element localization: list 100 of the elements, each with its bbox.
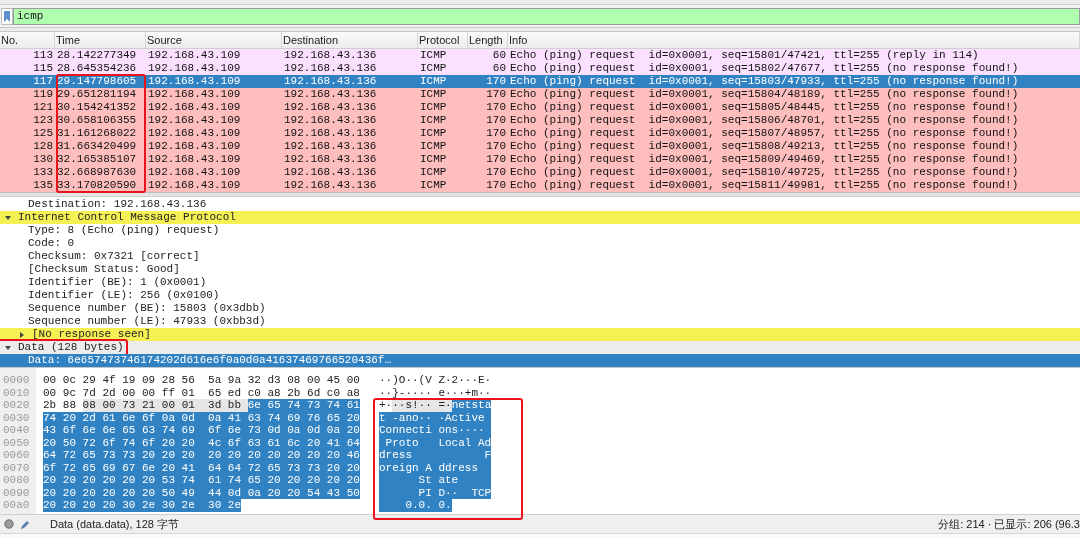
packet-cell-text: Echo (ping) request id=0x0001, seq=15805/48445, ttl=255 (no response found!) — [509, 101, 1020, 114]
packet-cell-text: 192.168.43.136 — [283, 88, 378, 101]
offset-label: 0090 — [2, 486, 30, 499]
filter-field[interactable]: icmp — [13, 7, 1080, 25]
tree-row[interactable]: Data: 6e657473746174202d616e6f0a0d0a41637469766520436f… — [0, 354, 1080, 367]
tree-item-label[interactable]: Code: 0 — [28, 237, 75, 250]
packet-row[interactable]: 119 29.651281194 192.168.43.109 192.168.43.136 ICMP 170 Echo (ping) request id=0x0001, seq=15804/48189, ttl=255 (no response found!) — [0, 88, 1080, 101]
status-circle-icon[interactable] — [4, 519, 14, 529]
packet-row[interactable]: 117 29.147798605 192.168.43.109 192.168.43.136 ICMP 170 Echo (ping) request id=0x0001, seq=15803/47933, ttl=255 (no response found!) — [0, 75, 1080, 88]
tree-row[interactable]: Internet Control Message Protocol — [0, 211, 1080, 224]
tree-item-label[interactable]: Data (128 bytes) — [18, 341, 124, 354]
tree-item-label[interactable]: Internet Control Message Protocol — [18, 211, 236, 224]
packet-row[interactable]: 121 30.154241352 192.168.43.109 192.168.43.136 ICMP 170 Echo (ping) request id=0x0001, seq=15805/48445, ttl=255 (no response found!) — [0, 101, 1080, 114]
packet-cell-text: 119 — [32, 88, 54, 101]
offset-label: 0000 — [2, 374, 30, 386]
ascii-text: Connecti ons···· — [379, 424, 492, 437]
column-header[interactable]: Length — [468, 32, 508, 48]
packet-cell-text: 121 — [32, 101, 54, 114]
packet-cell-text: 192.168.43.136 — [283, 140, 378, 153]
packet-row[interactable]: 128 31.663420499 192.168.43.109 192.168.43.136 ICMP 170 Echo (ping) request id=0x0001, seq=15808/49213, ttl=255 (no response found!) — [0, 140, 1080, 153]
packet-row[interactable]: 115 28.645354236 192.168.43.109 192.168.43.136 ICMP 60 Echo (ping) request id=0x0001, seq=15802/47677, ttl=255 (no response found!) — [0, 62, 1080, 75]
packet-cell-text: 170 — [485, 179, 507, 192]
packet-cell-text: ICMP — [419, 127, 448, 140]
column-header[interactable]: Destination — [282, 32, 418, 48]
tree-item-label[interactable]: Sequence number (LE): 47933 (0xbb3d) — [28, 315, 266, 328]
packet-cell-text: ICMP — [419, 75, 448, 88]
column-header[interactable]: No. — [0, 32, 55, 48]
field-info-text: Data (data.data), 128 字节 — [50, 516, 179, 532]
packet-cell-text: 28.645354236 — [56, 62, 138, 75]
packet-cell-text: 192.168.43.136 — [283, 75, 378, 88]
packet-cell-text: 192.168.43.136 — [283, 166, 378, 179]
packet-cell-text: 170 — [485, 88, 507, 101]
tree-item-label[interactable]: [No response seen] — [32, 328, 151, 341]
packet-row[interactable]: 123 30.658106355 192.168.43.109 192.168.43.136 ICMP 170 Echo (ping) request id=0x0001, seq=15806/48701, ttl=255 (no response found!) — [0, 114, 1080, 127]
packet-row[interactable]: 130 32.165385107 192.168.43.109 192.168.43.136 ICMP 170 Echo (ping) request id=0x0001, seq=15809/49469, ttl=255 (no response found!) — [0, 153, 1080, 166]
packet-row[interactable]: 133 32.668987630 192.168.43.109 192.168.43.136 ICMP 170 Echo (ping) request id=0x0001, seq=15810/49725, ttl=255 (no response found!) — [0, 166, 1080, 179]
tree-item-label[interactable]: Checksum: 0x7321 [correct] — [28, 250, 200, 263]
ascii-text: dress F — [379, 449, 492, 462]
packet-cell-text: 117 — [32, 75, 54, 88]
packet-cell-text: 31.161268022 — [56, 127, 138, 140]
expanded-arrow-icon[interactable] — [4, 213, 12, 222]
hex-bytes: 20 20 20 20 20 20 53 74 61 74 65 20 20 20 20 20 — [43, 474, 360, 487]
packet-cell-text: Echo (ping) request id=0x0001, seq=15801/47421, ttl=255 (reply in 114) — [509, 49, 980, 62]
packet-cell-text: 192.168.43.136 — [283, 153, 378, 166]
packet-cell-text: Echo (ping) request id=0x0001, seq=15810/49725, ttl=255 (no response found!) — [509, 166, 1020, 179]
expanded-arrow-icon[interactable] — [4, 343, 12, 352]
packet-cell-text: 125 — [32, 127, 54, 140]
packet-cell-text: 60 — [491, 62, 507, 75]
packet-cell-text: Echo (ping) request id=0x0001, seq=15804/48189, ttl=255 (no response found!) — [509, 88, 1020, 101]
tree-item-label[interactable]: Destination: 192.168.43.136 — [28, 198, 207, 211]
packet-row[interactable]: 113 28.142277349 192.168.43.109 192.168.43.136 ICMP 60 Echo (ping) request id=0x0001, seq=15801/47421, ttl=255 (reply in 114) — [0, 49, 1080, 62]
packet-cell-text: Echo (ping) request id=0x0001, seq=15807/48957, ttl=255 (no response found!) — [509, 127, 1020, 140]
packet-cell-text: 192.168.43.109 — [147, 127, 242, 140]
tree-item-label[interactable]: Data: 6e657473746174202d616e6f0a0d0a41637469766520436f… — [28, 354, 392, 367]
packet-row[interactable]: 125 31.161268022 192.168.43.109 192.168.43.136 ICMP 170 Echo (ping) request id=0x0001, seq=15807/48957, ttl=255 (no response found!) — [0, 127, 1080, 140]
ascii-text: +· — [379, 399, 393, 412]
bookmark-button[interactable] — [1, 7, 13, 25]
column-header[interactable]: Info — [508, 32, 1080, 48]
packet-cell-text: 123 — [32, 114, 54, 127]
packet-cell-text: 170 — [485, 75, 507, 88]
column-header[interactable]: Time — [55, 32, 146, 48]
packet-cell-text: Echo (ping) request id=0x0001, seq=15803/47933, ttl=255 (no response found!) — [509, 75, 1020, 88]
offset-label: 0030 — [2, 411, 30, 424]
hex-bytes: 00 0c 29 4f 19 09 28 56 5a 9a 32 d3 08 00 45 00 — [43, 374, 360, 387]
packet-cell-text: 192.168.43.109 — [147, 49, 242, 62]
pencil-icon[interactable] — [20, 518, 30, 530]
packet-cell-text: ICMP — [419, 88, 448, 101]
tree-item-label[interactable]: Identifier (LE): 256 (0x0100) — [28, 289, 220, 302]
packet-cell-text: Echo (ping) request id=0x0001, seq=15808/49213, ttl=255 (no response found!) — [509, 140, 1020, 153]
tree-row[interactable]: Data (128 bytes) — [0, 341, 1080, 354]
packet-cell-text: 192.168.43.109 — [147, 88, 242, 101]
packet-row[interactable]: 135 33.170820590 192.168.43.109 192.168.43.136 ICMP 170 Echo (ping) request id=0x0001, seq=15811/49981, ttl=255 (no response found!) — [0, 179, 1080, 192]
column-header[interactable]: Source — [146, 32, 282, 48]
packet-cell-text: 130 — [32, 153, 54, 166]
collapsed-arrow-icon[interactable] — [18, 330, 26, 339]
hex-bytes: 08 00 73 21 00 01 3d bb — [82, 399, 248, 412]
tree-item-label[interactable]: [Checksum Status: Good] — [28, 263, 180, 276]
hex-bytes: 43 6f 6e 6e 65 63 74 69 6f 6e 73 0d 0a 0d 0a 20 — [43, 424, 360, 437]
column-header[interactable]: Protocol — [418, 32, 468, 48]
packet-cell-text: 192.168.43.109 — [147, 101, 242, 114]
offset-label: 0080 — [2, 474, 30, 486]
offset-label: 0050 — [2, 436, 30, 449]
packet-cell-text: 135 — [32, 179, 54, 192]
ascii-text: 0.0. 0. — [379, 499, 452, 512]
packet-cell-text: 128 — [32, 140, 54, 153]
ascii-text: ··}-···· e···+m·· — [379, 386, 492, 399]
packet-cell-text: 60 — [491, 49, 507, 62]
tree-row[interactable]: [No response seen] — [0, 328, 1080, 341]
tree-item-label[interactable]: Sequence number (BE): 15803 (0x3dbb) — [28, 302, 266, 315]
packet-cell-text: 192.168.43.109 — [147, 179, 242, 192]
offset-label: 0010 — [2, 386, 30, 399]
tree-item-label[interactable]: Type: 8 (Echo (ping) request) — [28, 224, 220, 237]
hex-bytes: 64 72 65 73 73 20 20 20 20 20 20 20 20 20 20 46 — [43, 449, 360, 462]
tree-item-label[interactable]: Identifier (BE): 1 (0x0001) — [28, 276, 207, 289]
packet-cell-text: 170 — [485, 127, 507, 140]
hex-bytes: 20 20 20 20 30 2e 30 2e 30 2e — [43, 499, 242, 512]
packet-cell-text: 192.168.43.136 — [283, 114, 378, 127]
packet-cell-text: ICMP — [419, 153, 448, 166]
packet-cell-text: 192.168.43.136 — [283, 101, 378, 114]
ascii-text: St ate — [379, 474, 492, 487]
